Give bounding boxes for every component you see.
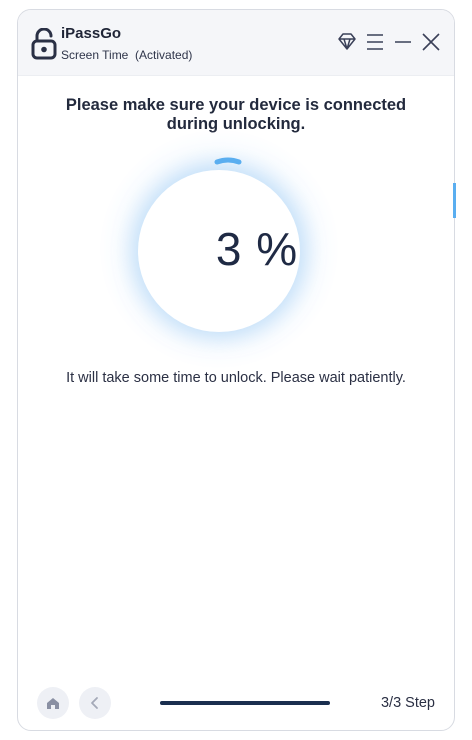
back-button[interactable]: [79, 687, 111, 719]
step-label: 3/3 Step: [380, 695, 435, 711]
connection-headline: Please make sure your device is connecte…: [0, 96, 472, 134]
edge-accent: [453, 183, 456, 218]
home-icon: [47, 698, 59, 709]
step-progress-bar: [160, 701, 330, 705]
wait-hint: It will take some time to unlock. Please…: [66, 370, 406, 386]
lock-logo-icon: [31, 27, 57, 60]
chevron-left-icon: [91, 697, 98, 709]
title-bar: iPassGo Screen Time (Activated): [18, 10, 454, 76]
app-subtitle: Screen Time (Activated): [61, 48, 193, 62]
progress-arc: [214, 153, 242, 165]
menu-icon[interactable]: [363, 30, 387, 54]
headline-line-1: Please make sure your device is connecte…: [65, 96, 407, 114]
progress-percent: 3 %: [215, 223, 299, 275]
minimize-icon[interactable]: [391, 30, 415, 54]
close-icon[interactable]: [419, 30, 443, 54]
diamond-icon[interactable]: [335, 30, 359, 54]
app-name: iPassGo: [61, 25, 122, 42]
bottom-bar: 3/3 Step: [17, 679, 455, 723]
home-button[interactable]: [37, 687, 69, 719]
